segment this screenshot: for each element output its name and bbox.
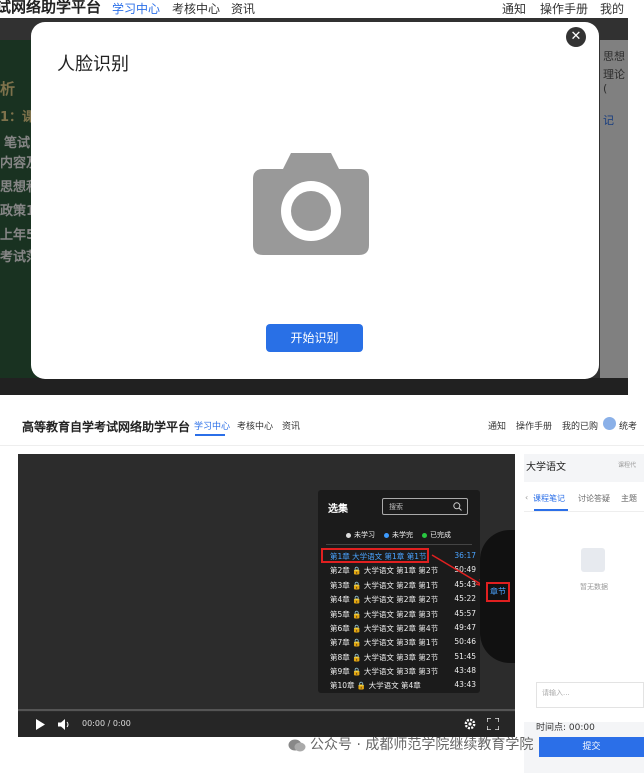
nav-news[interactable]: 资讯 xyxy=(282,419,300,432)
nav-learning-center[interactable]: 学习中心 xyxy=(112,0,160,18)
wechat-icon xyxy=(288,739,306,751)
nav-my-purchases[interactable]: 我的已购 xyxy=(562,419,598,432)
item-duration: 51:45 xyxy=(454,652,476,661)
item-duration: 45:57 xyxy=(454,609,476,618)
nav-notifications[interactable]: 通知 xyxy=(502,0,526,18)
submit-button[interactable]: 提交 xyxy=(539,737,644,757)
volume-icon[interactable] xyxy=(58,719,70,730)
fullscreen-icon[interactable] xyxy=(487,718,499,730)
nav-learning-center[interactable]: 学习中心 xyxy=(194,419,230,432)
camera-icon xyxy=(253,153,369,255)
nav-assessment-center[interactable]: 考核中心 xyxy=(237,419,273,432)
wechat-watermark: 公众号 · 成都师范学院继续教育学院 xyxy=(288,734,533,754)
item-title: 第5章 🔒 大学语文 第2章 第3节 xyxy=(330,610,439,619)
video-progress-bar[interactable] xyxy=(18,709,515,711)
avatar[interactable] xyxy=(603,417,616,430)
item-title: 第9章 🔒 大学语文 第3章 第3节 xyxy=(330,667,439,676)
tab-active-indicator xyxy=(534,509,568,511)
nav-notifications[interactable]: 通知 xyxy=(488,419,506,432)
item-duration: 45:22 xyxy=(454,594,476,603)
nav-active-indicator xyxy=(195,434,225,436)
playlist-search-input[interactable]: 搜索 xyxy=(382,498,468,515)
play-icon[interactable] xyxy=(36,719,45,730)
modal-title: 人脸识别 xyxy=(57,54,129,75)
tab-topics[interactable]: 主题 xyxy=(621,493,637,504)
face-recognition-screenshot: 试网络助学平台 学习中心 考核中心 资讯 通知 操作手册 我的 析 1：课 笔试… xyxy=(0,0,628,395)
divider xyxy=(326,544,472,545)
tab-discussion[interactable]: 讨论答疑 xyxy=(578,493,610,504)
item-duration: 43:48 xyxy=(454,666,476,675)
face-recognition-modal: 人脸识别 ✕ 开始识别 xyxy=(31,22,599,379)
legend-label: 已完成 xyxy=(430,531,451,539)
legend-in-progress: 未学完 xyxy=(384,530,413,540)
legend-label: 未学习 xyxy=(354,531,375,539)
course-code: 课程代 xyxy=(618,462,637,469)
tabs-prev-icon[interactable]: ‹ xyxy=(525,493,528,502)
brand-title: 试网络助学平台 xyxy=(0,0,102,16)
watermark-text: 公众号 · 成都师范学院继续教育学院 xyxy=(310,737,534,753)
nav-assessment-center[interactable]: 考核中心 xyxy=(172,0,220,18)
item-duration: 43:43 xyxy=(454,680,476,689)
dot-icon xyxy=(384,532,389,538)
playlist-item[interactable]: 第9章 🔒 大学语文 第3章 第3节 43:48 xyxy=(330,666,476,679)
nav-exam[interactable]: 统考 xyxy=(619,419,637,432)
tab-course-notes[interactable]: 课程笔记 xyxy=(533,493,565,504)
page: 试网络助学平台 学习中心 考核中心 资讯 通知 操作手册 我的 析 1：课 笔试… xyxy=(0,0,644,773)
item-title: 第10章 🔒 大学语文 第4章 xyxy=(330,681,421,690)
playlist-item[interactable]: 第10章 🔒 大学语文 第4章 43:43 xyxy=(330,680,476,693)
bottom-navbar: 高等教育自学考试网络助学平台 学习中心 考核中心 资讯 通知 操作手册 我的已购… xyxy=(0,402,644,446)
highlight-box-current-item xyxy=(321,548,429,563)
nav-manual[interactable]: 操作手册 xyxy=(516,419,552,432)
item-title: 第3章 🔒 大学语文 第2章 第1节 xyxy=(330,581,439,590)
nav-news[interactable]: 资讯 xyxy=(231,0,255,18)
note-input[interactable]: 请输入... xyxy=(536,682,644,708)
item-title: 第7章 🔒 大学语文 第3章 第1节 xyxy=(330,638,439,647)
playlist-title: 选集 xyxy=(328,504,348,515)
legend-completed: 已完成 xyxy=(422,530,451,540)
dot-icon xyxy=(346,532,351,538)
brand-title: 高等教育自学考试网络助学平台 xyxy=(22,420,191,434)
video-player-screenshot: 高等教育自学考试网络助学平台 学习中心 考核中心 资讯 通知 操作手册 我的已购… xyxy=(0,402,644,773)
playlist-item[interactable]: 第5章 🔒 大学语文 第2章 第3节 45:57 xyxy=(330,609,476,622)
close-icon[interactable]: ✕ xyxy=(566,27,586,47)
item-title: 第4章 🔒 大学语文 第2章 第2节 xyxy=(330,595,439,604)
search-icon[interactable] xyxy=(453,502,462,511)
dot-icon xyxy=(422,532,427,538)
empty-state-text: 暂无数据 xyxy=(580,583,608,591)
item-title: 第8章 🔒 大学语文 第3章 第2节 xyxy=(330,653,439,662)
video-time: 00:00 / 0:00 xyxy=(82,719,131,728)
chapter-tab-label[interactable]: 章节 xyxy=(486,582,510,602)
item-title: 第6章 🔒 大学语文 第2章 第4节 xyxy=(330,624,439,633)
nav-mine[interactable]: 我的 xyxy=(600,0,624,18)
course-title: 大学语文 xyxy=(526,462,566,473)
top-navbar: 试网络助学平台 学习中心 考核中心 资讯 通知 操作手册 我的 xyxy=(0,0,628,18)
playlist-item[interactable]: 第8章 🔒 大学语文 第3章 第2节 51:45 xyxy=(330,652,476,665)
playlist-item[interactable]: 第7章 🔒 大学语文 第3章 第1节 50:46 xyxy=(330,637,476,650)
empty-data-icon xyxy=(581,548,605,572)
time-point-label: 时间点: 00:00 xyxy=(536,723,595,733)
divider xyxy=(524,511,644,512)
playlist-item[interactable]: 第4章 🔒 大学语文 第2章 第2节 45:22 xyxy=(330,594,476,607)
course-side-panel: 大学语文 课程代 ‹ 课程笔记 讨论答疑 主题 暂无数据 请输入... 时间点:… xyxy=(524,454,644,773)
settings-gear-icon[interactable] xyxy=(464,718,476,730)
start-recognition-button[interactable]: 开始识别 xyxy=(266,324,363,352)
note-input-placeholder: 请输入... xyxy=(542,689,570,697)
item-duration: 49:47 xyxy=(454,623,476,632)
item-duration: 50:46 xyxy=(454,637,476,646)
item-title: 第2章 🔒 大学语文 第1章 第2节 xyxy=(330,566,439,575)
legend-not-studied: 未学习 xyxy=(346,530,375,540)
legend-label: 未学完 xyxy=(392,531,413,539)
nav-manual[interactable]: 操作手册 xyxy=(540,0,588,18)
search-placeholder: 搜索 xyxy=(389,503,403,511)
playlist-item[interactable]: 第6章 🔒 大学语文 第2章 第4节 49:47 xyxy=(330,623,476,636)
